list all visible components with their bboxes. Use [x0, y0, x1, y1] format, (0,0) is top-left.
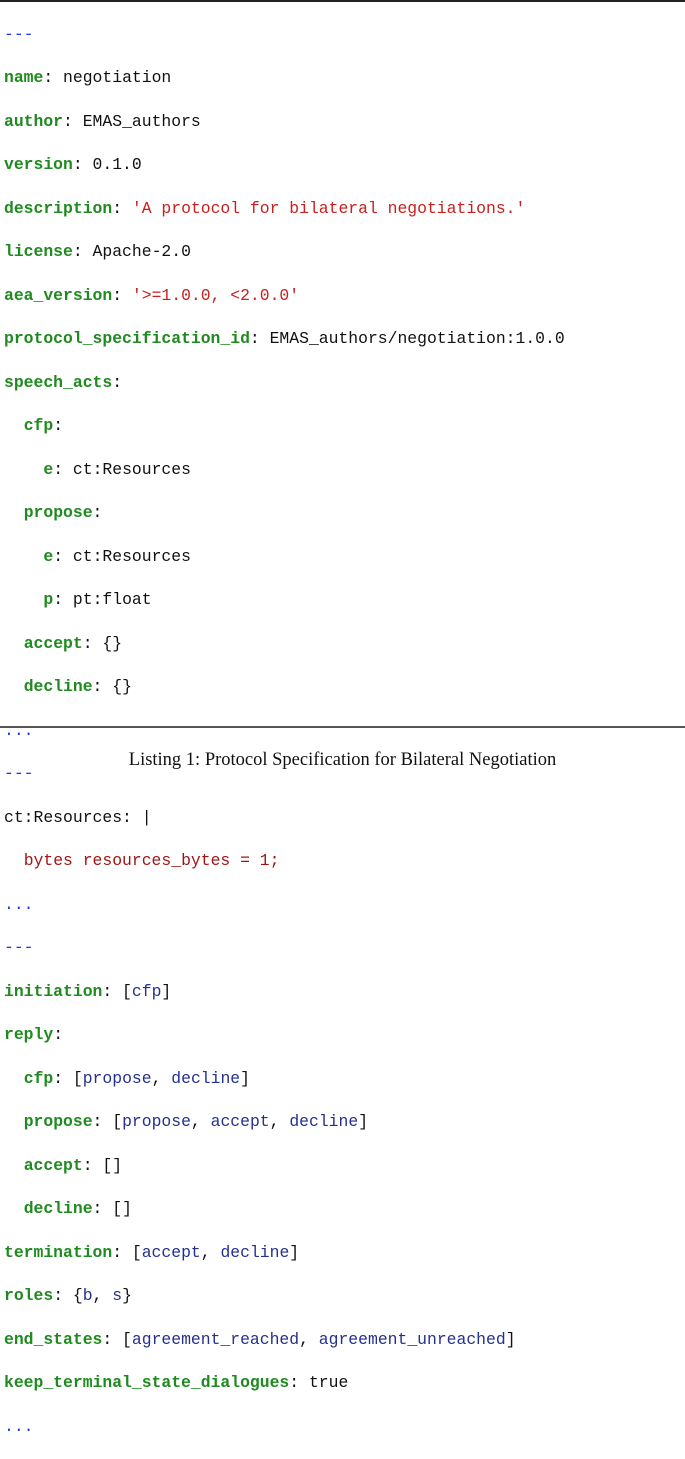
list-item: decline [220, 1242, 290, 1262]
doc-start-marker: --- [4, 24, 34, 44]
code-line: accept: {} [23, 633, 123, 653]
yaml-value: EMAS_authors [82, 111, 201, 131]
yaml-value: EMAS_authors/negotiation:1.0.0 [269, 329, 565, 349]
code-listing: --- name: negotiation author: EMAS_autho… [4, 2, 565, 1459]
code-line: description: 'A protocol for bilateral n… [4, 198, 526, 218]
code-line: termination: [accept, decline] [4, 1242, 300, 1262]
code-line: reply: [4, 1025, 64, 1045]
code-line: protocol_specification_id: EMAS_authors/… [4, 329, 565, 349]
yaml-key: e [43, 546, 54, 566]
yaml-key: roles [4, 1286, 54, 1306]
list-item: agreement_unreached [318, 1329, 506, 1349]
list-item: cfp [131, 981, 162, 1001]
list-item: propose [82, 1068, 152, 1088]
yaml-value: 0.1.0 [92, 155, 142, 175]
yaml-value: pt:float [72, 590, 152, 610]
yaml-key: p [43, 590, 54, 610]
code-line: version: 0.1.0 [4, 155, 142, 175]
listing-caption: Listing 1: Protocol Specification for Bi… [128, 750, 557, 770]
yaml-key: version [4, 155, 73, 175]
yaml-key: propose [23, 1112, 93, 1132]
code-line: initiation: [cfp] [4, 981, 172, 1001]
doc-end-marker: ... [4, 720, 34, 740]
yaml-key: termination [4, 1242, 113, 1262]
yaml-key: decline [23, 677, 93, 697]
doc-start-marker: --- [4, 938, 34, 958]
code-line: e: ct:Resources [43, 459, 191, 479]
yaml-key: reply [4, 1025, 54, 1045]
yaml-key: keep_terminal_state_dialogues [4, 1373, 290, 1393]
code-line: cfp: [23, 416, 64, 436]
yaml-value: Apache-2.0 [92, 242, 191, 262]
code-line: keep_terminal_state_dialogues: true [4, 1373, 349, 1393]
code-line: name: negotiation [4, 68, 172, 88]
list-item: decline [289, 1112, 359, 1132]
yaml-key: cfp [23, 416, 54, 436]
yaml-key: aea_version [4, 285, 113, 305]
list-item: b [82, 1286, 93, 1306]
code-line: accept: [] [23, 1155, 123, 1175]
code-line: propose: [propose, accept, decline] [23, 1112, 369, 1132]
yaml-key: end_states [4, 1329, 103, 1349]
code-line: bytes resources_bytes = 1; [4, 850, 565, 872]
yaml-key: speech_acts [4, 372, 113, 392]
code-line: speech_acts: [4, 372, 123, 392]
code-line: license: Apache-2.0 [4, 242, 191, 262]
yaml-key: name [4, 68, 44, 88]
code-line: aea_version: '>=1.0.0, <2.0.0' [4, 285, 300, 305]
code-line: ... [4, 720, 565, 742]
block-scalar-pipe: | [141, 807, 152, 827]
yaml-key: author [4, 111, 64, 131]
code-line: ... [4, 894, 565, 916]
yaml-key: license [4, 242, 73, 262]
yaml-key: e [43, 459, 54, 479]
protobuf-field: bytes resources_bytes = 1; [23, 851, 280, 871]
yaml-key: propose [23, 503, 93, 523]
yaml-value: {} [102, 633, 123, 653]
code-line: ct:Resources: | [4, 807, 565, 829]
yaml-string: '>=1.0.0, <2.0.0' [131, 285, 300, 305]
code-line: cfp: [propose, decline] [23, 1068, 250, 1088]
list-item: propose [122, 1112, 191, 1132]
yaml-key: initiation [4, 981, 103, 1001]
yaml-key: cfp [23, 1068, 54, 1088]
yaml-value: [] [102, 1155, 123, 1175]
yaml-value: ct:Resources [72, 459, 191, 479]
code-line: e: ct:Resources [43, 546, 191, 566]
list-item: s [112, 1286, 123, 1306]
yaml-key: description [4, 198, 113, 218]
code-line: decline: {} [23, 677, 132, 697]
yaml-key: accept [23, 633, 83, 653]
list-item: agreement_reached [131, 1329, 300, 1349]
list-item: accept [210, 1112, 270, 1132]
yaml-value: negotiation [63, 68, 172, 88]
code-line: --- [4, 24, 565, 46]
custom-type-key: ct:Resources: [4, 807, 132, 827]
code-line: p: pt:float [43, 590, 152, 610]
code-line: author: EMAS_authors [4, 111, 201, 131]
yaml-string: 'A protocol for bilateral negotiations.' [131, 198, 526, 218]
yaml-key: protocol_specification_id [4, 329, 250, 349]
yaml-key: decline [23, 1199, 93, 1219]
code-line: end_states: [agreement_reached, agreemen… [4, 1329, 516, 1349]
yaml-value: {} [112, 677, 132, 697]
yaml-value: ct:Resources [72, 546, 191, 566]
yaml-key: accept [23, 1155, 83, 1175]
code-line: roles: {b, s} [4, 1286, 132, 1306]
yaml-value: true [308, 1373, 349, 1393]
yaml-value: [] [112, 1199, 132, 1219]
doc-end-marker: ... [4, 894, 34, 914]
code-line: ... [4, 1416, 565, 1438]
bottom-rule [0, 726, 685, 728]
code-line: --- [4, 937, 565, 959]
code-line: decline: [] [23, 1199, 132, 1219]
list-item: decline [171, 1068, 241, 1088]
code-line: propose: [23, 503, 103, 523]
doc-end-marker: ... [4, 1416, 34, 1436]
list-item: accept [141, 1242, 201, 1262]
